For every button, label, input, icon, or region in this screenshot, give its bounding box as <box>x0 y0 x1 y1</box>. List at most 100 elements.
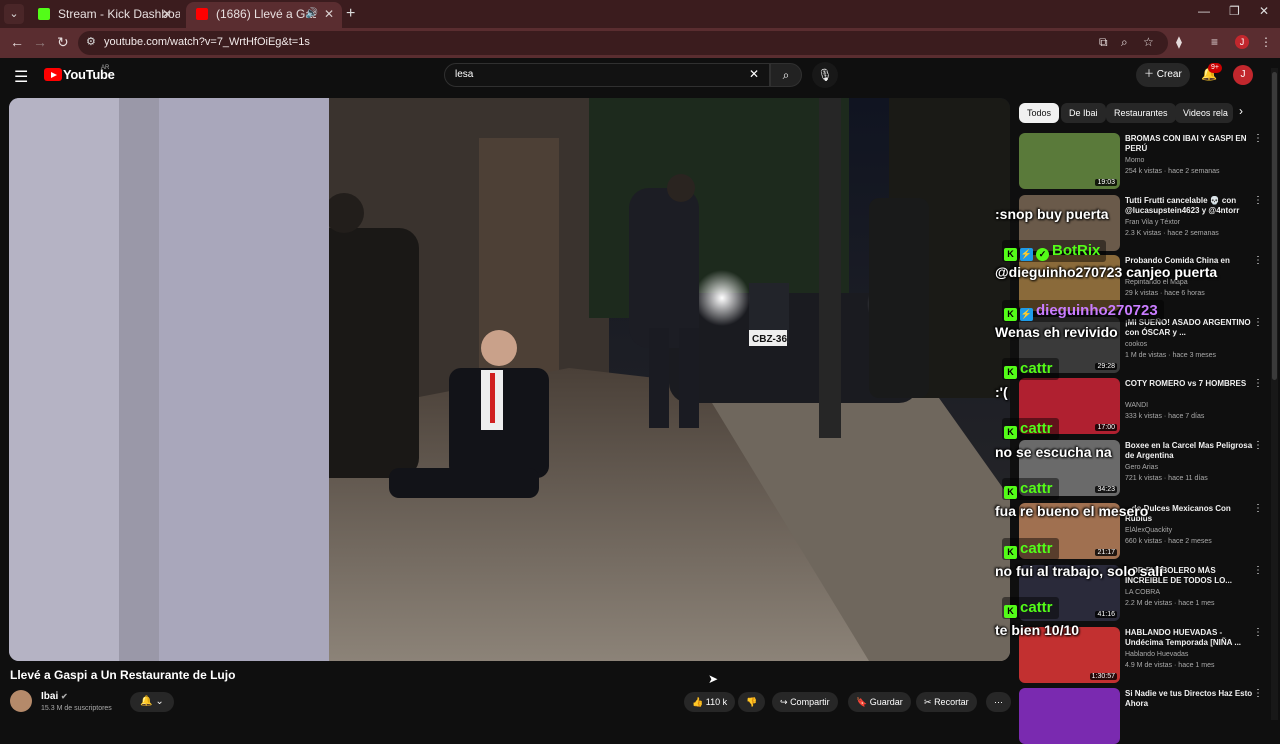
new-tab-button[interactable]: + <box>346 4 355 24</box>
like-button[interactable]: 👍 110 k <box>684 692 736 712</box>
chevron-right-icon[interactable]: › <box>1239 104 1243 118</box>
chip-videos-relacionados[interactable]: Videos rela <box>1175 103 1233 123</box>
chip-de-ibai[interactable]: De Ibai <box>1061 103 1106 123</box>
video-player[interactable]: CBZ-36 <box>9 98 1010 661</box>
related-video-item[interactable]: 19:03 BROMAS CON IBAI Y GASPI EN PERÚ Momo… <box>1019 133 1269 189</box>
account-avatar[interactable]: J <box>1233 65 1253 85</box>
related-video-title[interactable]: HABLANDO HUEVADAS - Undécima Temporada [… <box>1125 628 1255 648</box>
minimize-icon[interactable]: — <box>1198 4 1210 18</box>
related-video-meta: 254 k vistas · hace 2 semanas <box>1125 168 1220 175</box>
more-actions-button[interactable]: ⋯ <box>986 692 1011 712</box>
video-thumbnail[interactable] <box>1019 688 1120 744</box>
related-video-title[interactable]: BROMAS CON IBAI Y GASPI EN PERÚ <box>1125 134 1255 154</box>
related-video-channel[interactable]: Fran Vila y Téxtor <box>1125 219 1180 226</box>
restore-icon[interactable]: ❐ <box>1229 4 1240 18</box>
more-options-icon[interactable]: ⋮ <box>1253 255 1263 266</box>
search-box[interactable]: lesa ✕ <box>444 63 770 87</box>
related-video-channel[interactable]: ElAlexQuackity <box>1125 527 1172 534</box>
chat-username: Kcattr <box>1002 358 1059 380</box>
extensions-icon[interactable]: ⧫ <box>1176 35 1182 49</box>
search-input[interactable]: lesa <box>455 69 473 80</box>
chat-message: fua re bueno el mesero <box>995 503 1149 519</box>
search-button[interactable]: ⌕ <box>770 63 802 87</box>
reload-icon[interactable]: ↻ <box>57 34 69 51</box>
related-video-channel[interactable]: LA COBRA <box>1125 589 1160 596</box>
url-text[interactable]: youtube.com/watch?v=7_WrtHfOiEg&t=1s <box>104 36 310 48</box>
more-options-icon[interactable]: ⋮ <box>1253 317 1263 328</box>
video-title: Llevé a Gaspi a Un Restaurante de Lujo <box>10 668 236 682</box>
create-button[interactable]: ＋ Crear <box>1136 63 1190 87</box>
chat-username: Kcattr <box>1002 538 1059 560</box>
back-icon[interactable]: ← <box>10 34 24 50</box>
site-info-icon[interactable]: ⚙ <box>86 35 96 48</box>
more-options-icon[interactable]: ⋮ <box>1253 503 1263 514</box>
channel-name[interactable]: Ibai ✔ <box>41 691 68 702</box>
clear-search-icon[interactable]: ✕ <box>749 67 759 81</box>
related-video-title[interactable]: Si Nadie ve tus Directos Haz Esto Ahora <box>1125 689 1255 709</box>
channel-avatar[interactable] <box>10 690 32 712</box>
youtube-logo-icon[interactable] <box>44 68 62 81</box>
related-video-meta: 2.3 K vistas · hace 2 semanas <box>1125 230 1219 237</box>
bot-badge-icon: ⚡ <box>1020 308 1033 321</box>
related-video-channel[interactable]: Repintando el Mapa <box>1125 279 1188 286</box>
mouse-cursor-icon: ➤ <box>708 672 719 686</box>
reading-list-icon[interactable]: ≡ <box>1211 35 1218 49</box>
forward-icon[interactable]: → <box>33 34 47 50</box>
menu-icon[interactable]: ☰ <box>14 67 28 87</box>
share-button[interactable]: ↪ Compartir <box>772 692 838 712</box>
dislike-button[interactable]: 👎 <box>738 692 766 712</box>
video-thumbnail[interactable]: 19:03 <box>1019 133 1120 189</box>
bell-icon: 🔔 <box>140 696 153 707</box>
close-window-icon[interactable]: ✕ <box>1259 4 1269 18</box>
related-video-channel[interactable]: WANDI <box>1125 402 1148 409</box>
chat-username-text: BotRix <box>1052 242 1101 259</box>
close-tab-icon[interactable]: ✕ <box>324 2 334 26</box>
install-app-icon[interactable]: ⧉ <box>1099 35 1108 50</box>
more-options-icon[interactable]: ⋮ <box>1253 378 1263 389</box>
chat-username-text: dieguinho270723 <box>1036 302 1158 319</box>
tab-search-button[interactable]: ⌄ <box>4 4 24 24</box>
subscribed-bell-button[interactable]: 🔔 ⌄ <box>130 692 174 712</box>
more-options-icon[interactable]: ⋮ <box>1253 195 1263 206</box>
chip-restaurantes[interactable]: Restaurantes <box>1106 103 1176 123</box>
browser-tab-bar: ⌄ Stream - Kick Dashboard ✕ (1686) Llevé… <box>0 0 1280 28</box>
more-options-icon[interactable]: ⋮ <box>1253 440 1263 451</box>
video-frame: CBZ-36 <box>9 98 1010 661</box>
omnibox[interactable]: ⚙ youtube.com/watch?v=7_WrtHfOiEg&t=1s <box>78 31 1168 55</box>
share-icon: ↪ <box>780 697 788 707</box>
bookmark-star-icon[interactable]: ☆ <box>1143 35 1154 49</box>
chip-todos[interactable]: Todos <box>1019 103 1060 123</box>
related-video-title[interactable]: Boxee en la Carcel Mas Peligrosa de Arge… <box>1125 441 1255 461</box>
tab-youtube-video[interactable]: (1686) Llevé a Gaspi a Un R 🔊 ✕ <box>186 2 342 28</box>
youtube-header: ☰ YouTube AR lesa ✕ ⌕ 🎙 ＋ Crear 🔔 9+ J <box>0 58 1280 92</box>
more-options-icon[interactable]: ⋮ <box>1253 688 1263 699</box>
clip-button[interactable]: ✂ Recortar <box>916 692 977 712</box>
zoom-icon[interactable]: ⌕ <box>1121 35 1128 50</box>
kick-badge-icon: K <box>1004 546 1017 559</box>
browser-profile-avatar[interactable]: J <box>1235 35 1249 49</box>
more-options-icon[interactable]: ⋮ <box>1253 565 1263 576</box>
speaker-icon[interactable]: 🔊 <box>306 2 318 26</box>
related-video-channel[interactable]: cookos <box>1125 341 1147 348</box>
related-video-channel[interactable]: Hablando Huevadas <box>1125 651 1188 658</box>
more-options-icon[interactable]: ⋮ <box>1253 133 1263 144</box>
related-video-channel[interactable]: Momo <box>1125 157 1144 164</box>
close-tab-icon[interactable]: ✕ <box>162 2 172 26</box>
video-duration: 19:03 <box>1095 179 1117 186</box>
related-video-item[interactable]: Si Nadie ve tus Directos Haz Esto Ahora ⋮ <box>1019 688 1269 744</box>
create-label: Crear <box>1156 69 1182 80</box>
chat-message: Wenas eh revivido <box>995 324 1118 340</box>
browser-menu-icon[interactable]: ⋮ <box>1260 35 1272 49</box>
scrollbar-thumb[interactable] <box>1272 72 1277 380</box>
notification-count-badge: 9+ <box>1208 63 1222 73</box>
subscriber-count: 15.3 M de suscriptores <box>41 705 112 712</box>
save-button[interactable]: 🔖 Guardar <box>848 692 911 712</box>
voice-search-button[interactable]: 🎙 <box>812 62 838 88</box>
related-video-title[interactable]: COTY ROMERO vs 7 HOMBRES <box>1125 379 1255 389</box>
more-options-icon[interactable]: ⋮ <box>1253 627 1263 638</box>
clip-label: Recortar <box>934 697 969 707</box>
related-video-title[interactable]: Tutti Frutti cancelable 💀 con @lucasupst… <box>1125 196 1255 216</box>
kick-badge-icon: K <box>1004 248 1017 261</box>
related-video-channel[interactable]: Gero Arias <box>1125 464 1158 471</box>
tab-kick-dashboard[interactable]: Stream - Kick Dashboard ✕ <box>28 2 180 28</box>
